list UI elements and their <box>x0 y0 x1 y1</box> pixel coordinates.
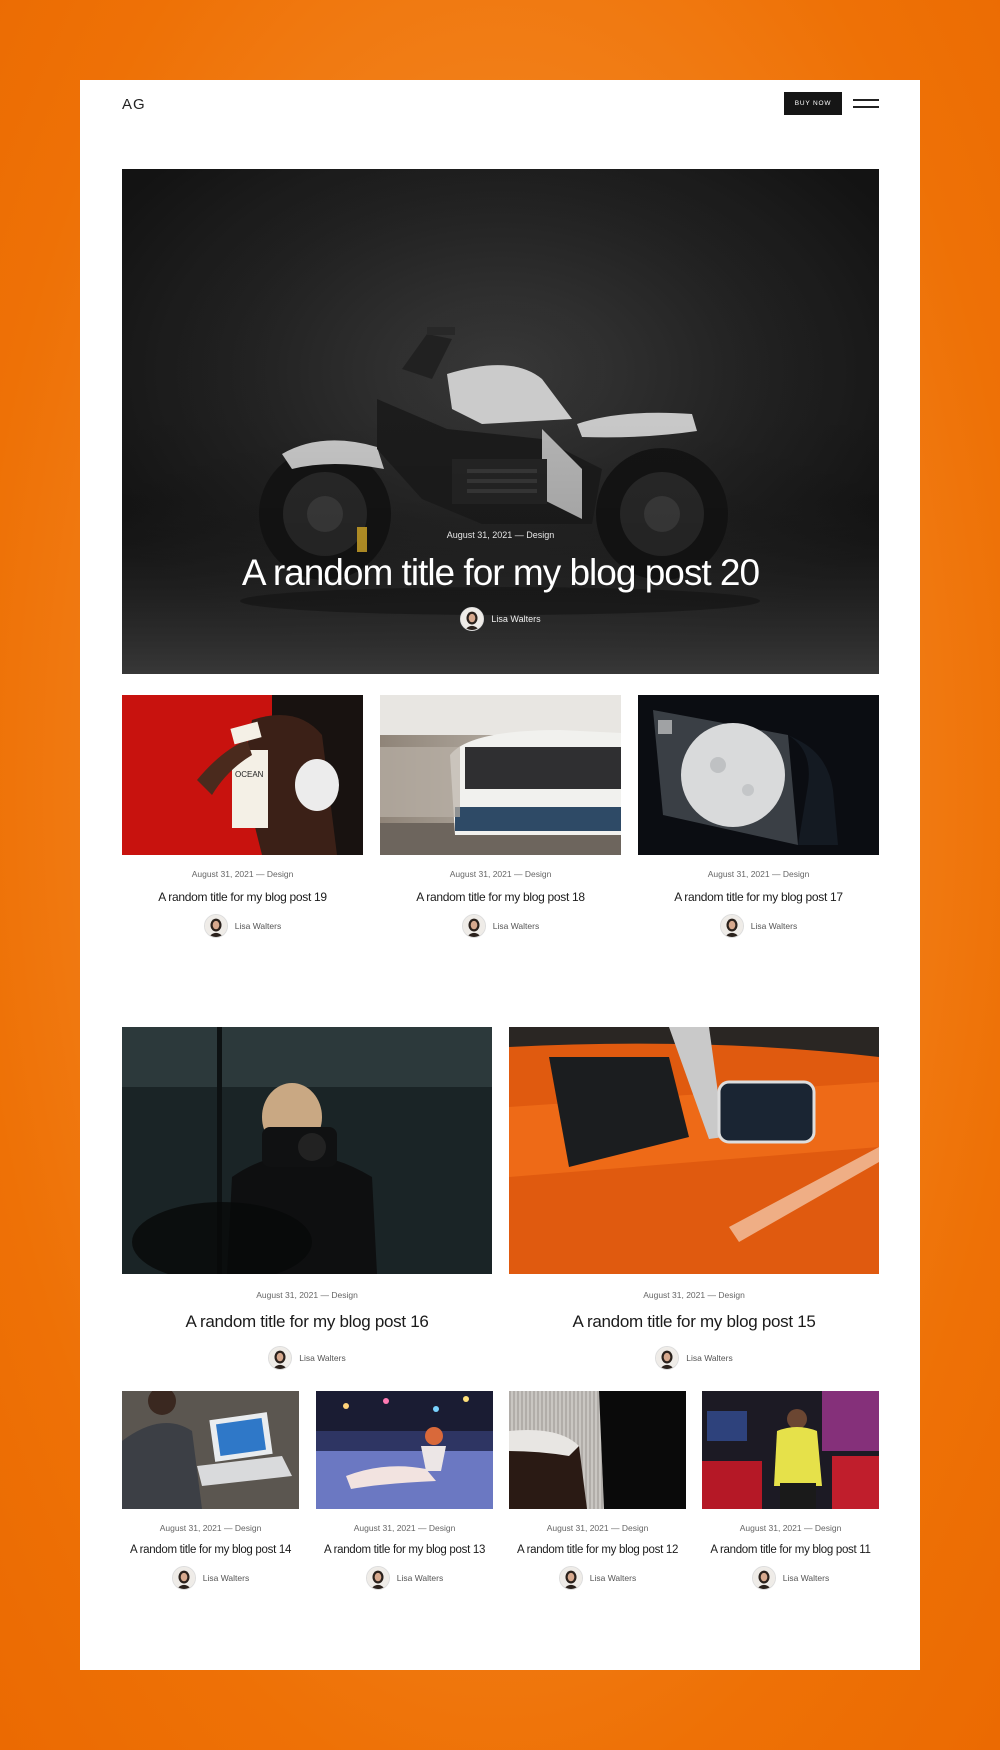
author-avatar <box>751 1566 776 1590</box>
author-avatar <box>460 607 485 631</box>
post-meta: August 31, 2021 — Design <box>353 1523 456 1533</box>
post-author[interactable]: Lisa Walters <box>316 1566 493 1590</box>
post-card[interactable]: OCEAN August 31, 2021 — Design A random … <box>122 695 363 938</box>
post-title[interactable]: A random title for my blog post 19 <box>122 890 363 904</box>
post-author[interactable]: Lisa Walters <box>638 914 879 938</box>
hero-post-title[interactable]: A random title for my blog post 20 <box>122 552 879 594</box>
post-thumbnail[interactable] <box>316 1391 493 1509</box>
post-meta: August 31, 2021 — Design <box>159 1523 262 1533</box>
post-author[interactable]: Lisa Walters <box>122 1566 299 1590</box>
author-name: Lisa Walters <box>396 1573 444 1583</box>
post-meta: August 31, 2021 — Design <box>707 869 810 879</box>
author-avatar <box>719 914 744 938</box>
post-card[interactable]: August 31, 2021 — Design A random title … <box>316 1391 493 1590</box>
post-card[interactable]: August 31, 2021 — Design A random title … <box>122 1391 299 1590</box>
post-title[interactable]: A random title for my blog post 17 <box>638 890 879 904</box>
post-title[interactable]: A random title for my blog post 16 <box>122 1312 492 1332</box>
post-thumbnail[interactable] <box>638 695 879 855</box>
post-author[interactable]: Lisa Walters <box>122 1346 492 1370</box>
post-author[interactable]: Lisa Walters <box>380 914 621 938</box>
author-name: Lisa Walters <box>589 1573 637 1583</box>
svg-text:OCEAN: OCEAN <box>235 770 264 779</box>
hero-post-author[interactable]: Lisa Walters <box>122 607 879 631</box>
post-author[interactable]: Lisa Walters <box>122 914 363 938</box>
post-card[interactable]: August 31, 2021 — Design A random title … <box>702 1391 879 1590</box>
post-thumbnail[interactable] <box>380 695 621 855</box>
author-avatar <box>461 914 486 938</box>
author-name: Lisa Walters <box>686 1353 733 1363</box>
post-title[interactable]: A random title for my blog post 15 <box>509 1312 879 1332</box>
author-name: Lisa Walters <box>234 921 282 931</box>
post-title[interactable]: A random title for my blog post 11 <box>702 1544 879 1556</box>
author-avatar <box>655 1346 680 1370</box>
author-avatar <box>268 1346 293 1370</box>
post-meta: August 31, 2021 — Design <box>546 1523 649 1533</box>
post-thumbnail[interactable] <box>122 1027 492 1274</box>
post-author[interactable]: Lisa Walters <box>509 1346 879 1370</box>
author-name: Lisa Walters <box>782 1573 830 1583</box>
post-title[interactable]: A random title for my blog post 12 <box>509 1544 686 1556</box>
author-avatar <box>558 1566 583 1590</box>
post-meta: August 31, 2021 — Design <box>449 869 552 879</box>
author-name: Lisa Walters <box>750 921 798 931</box>
site-logo[interactable]: AG <box>122 96 146 113</box>
post-card[interactable]: August 31, 2021 — Design A random title … <box>122 1027 492 1370</box>
hero-post[interactable]: August 31, 2021 — Design A random title … <box>122 169 879 674</box>
author-name: Lisa Walters <box>492 921 540 931</box>
post-card[interactable]: August 31, 2021 — Design A random title … <box>509 1027 879 1370</box>
post-card[interactable]: August 31, 2021 — Design A random title … <box>509 1391 686 1590</box>
post-author[interactable]: Lisa Walters <box>702 1566 879 1590</box>
post-title[interactable]: A random title for my blog post 18 <box>380 890 621 904</box>
post-card[interactable]: August 31, 2021 — Design A random title … <box>638 695 879 938</box>
hamburger-menu-icon[interactable] <box>853 99 879 108</box>
author-avatar <box>171 1566 196 1590</box>
page-card: AG BUY NOW August 31, 2021 — Design A ra… <box>80 80 920 1670</box>
post-card[interactable]: August 31, 2021 — Design A random title … <box>380 695 621 938</box>
post-thumbnail[interactable] <box>122 1391 299 1509</box>
author-avatar <box>365 1566 390 1590</box>
post-meta: August 31, 2021 — Design <box>256 1290 358 1300</box>
post-thumbnail[interactable] <box>702 1391 879 1509</box>
author-name: Lisa Walters <box>202 1573 250 1583</box>
hero-post-meta: August 31, 2021 — Design <box>446 530 555 540</box>
post-thumbnail[interactable] <box>509 1391 686 1509</box>
post-thumbnail[interactable]: OCEAN <box>122 695 363 855</box>
post-meta: August 31, 2021 — Design <box>739 1523 842 1533</box>
buy-now-button[interactable]: BUY NOW <box>784 92 842 115</box>
post-author[interactable]: Lisa Walters <box>509 1566 686 1590</box>
post-thumbnail[interactable] <box>509 1027 879 1274</box>
hero-author-name: Lisa Walters <box>491 614 541 624</box>
post-title[interactable]: A random title for my blog post 13 <box>316 1544 493 1556</box>
author-name: Lisa Walters <box>299 1353 346 1363</box>
post-title[interactable]: A random title for my blog post 14 <box>122 1544 299 1556</box>
post-meta: August 31, 2021 — Design <box>191 869 294 879</box>
post-meta: August 31, 2021 — Design <box>643 1290 745 1300</box>
author-avatar <box>203 914 228 938</box>
